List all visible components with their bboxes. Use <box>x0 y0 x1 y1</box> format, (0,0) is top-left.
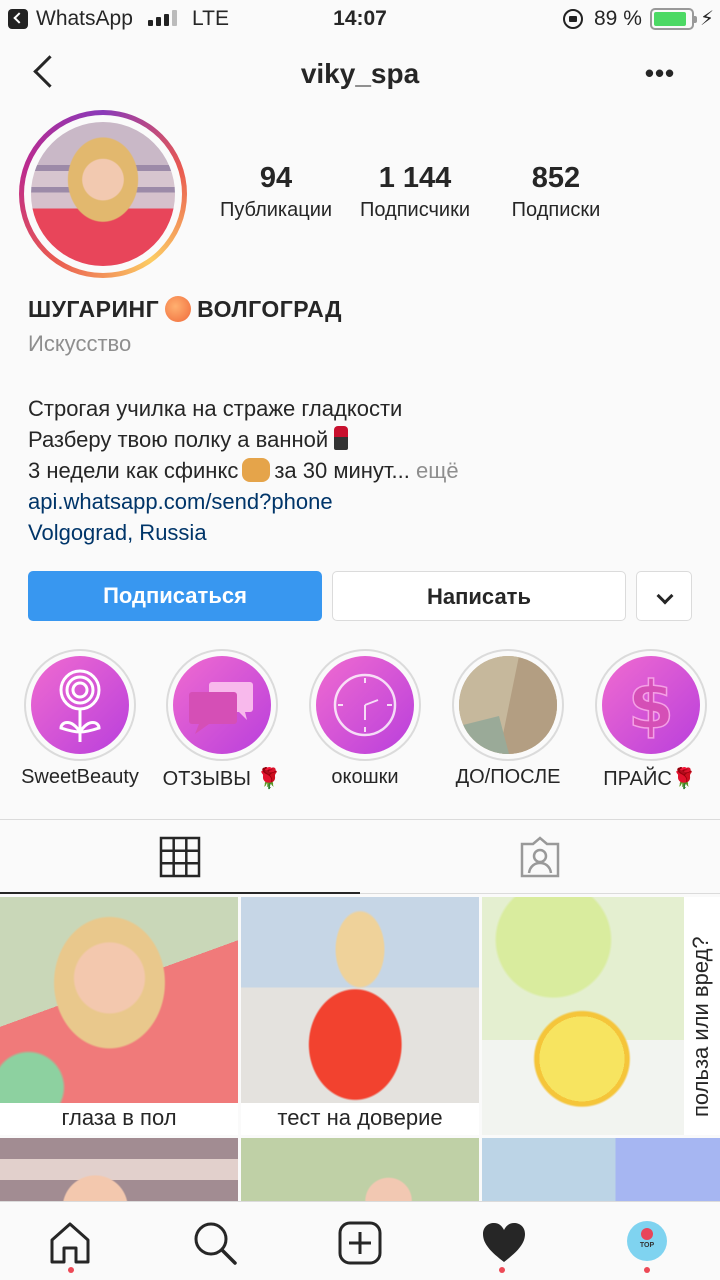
bio-line-2: Разберу твою полку а ванной <box>28 424 459 455</box>
avatar[interactable] <box>31 122 175 266</box>
bottom-nav <box>0 1201 720 1280</box>
notification-dot <box>644 1267 650 1273</box>
bio-line-2-text: Разберу твою полку а ванной <box>28 427 329 452</box>
more-dots-icon: ••• <box>644 58 676 88</box>
add-post-icon <box>338 1221 382 1265</box>
highlight-label: ОТЗЫВЫ 🌹 <box>162 768 282 790</box>
highlight-reviews[interactable] <box>166 649 278 761</box>
highlight-sweetbeauty[interactable] <box>24 649 136 761</box>
post-caption: глаза в пол <box>0 1103 238 1135</box>
name-part-1: ШУГАРИНГ <box>28 296 160 322</box>
post-tile[interactable]: польза или вред? <box>482 897 720 1135</box>
story-ring[interactable] <box>19 110 187 278</box>
post-caption: тест на доверие <box>241 1103 479 1135</box>
bio-line-3-text: 3 недели как сфинкс <box>28 458 239 483</box>
post-tile[interactable] <box>482 1138 720 1208</box>
highlight-before-after[interactable] <box>452 649 564 761</box>
nav-home[interactable] <box>45 1218 95 1268</box>
highlight-label: окошки <box>331 766 399 788</box>
highlight-label: SweetBeauty <box>21 766 139 788</box>
nav-profile-avatar[interactable]: TOP <box>627 1221 667 1261</box>
grid-icon <box>159 836 201 878</box>
following-count: 852 <box>531 162 581 194</box>
highlight-label: ПРАЙС🌹 <box>603 768 697 790</box>
lollipop-flower-icon <box>59 669 101 742</box>
notification-dot <box>68 1267 74 1273</box>
tagged-person-icon <box>520 836 560 878</box>
avatar-top-text: TOP <box>639 1242 655 1249</box>
svg-text:$: $ <box>628 667 674 744</box>
profile-username: viky_spa <box>300 58 420 89</box>
heart-icon <box>483 1223 525 1262</box>
search-icon <box>194 1222 237 1265</box>
status-bar: WhatsApp LTE 14:07 89 % ⚡︎ <box>0 0 720 40</box>
posts-label: Публикации <box>219 199 333 221</box>
nav-search[interactable] <box>190 1218 240 1268</box>
message-button[interactable]: Написать <box>332 571 626 621</box>
highlight-prices[interactable]: $ <box>595 649 707 761</box>
lipstick-emoji-icon <box>334 426 349 450</box>
chat-bubbles-icon <box>189 682 253 734</box>
stat-posts: 94 Публикации <box>212 162 340 222</box>
following-label: Подписки <box>511 199 601 221</box>
profile-category: Искусство <box>28 331 132 356</box>
post-tile[interactable]: тест на доверие <box>241 897 479 1135</box>
tab-tagged[interactable] <box>360 820 720 894</box>
dollar-icon: $ <box>627 666 674 745</box>
followers-count: 1 144 <box>378 162 452 194</box>
tab-grid[interactable] <box>0 820 360 894</box>
suggestions-dropdown-button[interactable] <box>636 571 692 621</box>
clock-icon <box>333 673 397 737</box>
profile-display-name: ШУГАРИНГ ВОЛГОГРАД <box>28 296 342 323</box>
rotation-lock-icon <box>563 9 583 29</box>
post-tile[interactable] <box>0 1138 238 1208</box>
post-caption: польза или вред? <box>688 936 713 1117</box>
notification-dot <box>499 1267 505 1273</box>
charging-icon: ⚡︎ <box>700 8 715 30</box>
posts-count: 94 <box>259 162 293 194</box>
bio-line-3-end: за 30 минут... <box>274 458 410 483</box>
stat-followers[interactable]: 1 144 Подписчики <box>351 162 479 222</box>
peach-emoji-icon <box>165 296 192 322</box>
bio-location-link[interactable]: Volgograd, Russia <box>28 517 459 548</box>
battery-percent: 89 % <box>594 7 642 30</box>
nav-activity[interactable] <box>479 1218 529 1268</box>
highlight-slots[interactable] <box>309 649 421 761</box>
cat-emoji-icon <box>242 458 271 482</box>
nav-new-post[interactable] <box>335 1218 385 1268</box>
stat-following[interactable]: 852 Подписки <box>492 162 620 222</box>
name-part-2: ВОЛГОГРАД <box>197 296 342 322</box>
battery-icon <box>650 8 697 30</box>
profile-bio: Строгая училка на страже гладкости Разбе… <box>28 393 459 548</box>
bio-website-link[interactable]: api.whatsapp.com/send?phone <box>28 486 459 517</box>
bio-more-link[interactable]: ещё <box>416 458 459 483</box>
home-icon <box>50 1222 90 1264</box>
post-tile[interactable] <box>241 1138 479 1208</box>
bio-line-1: Строгая училка на страже гладкости <box>28 396 403 421</box>
highlight-label: ДО/ПОСЛЕ <box>455 766 561 788</box>
follow-button[interactable]: Подписаться <box>28 571 322 621</box>
battery-fill <box>654 12 687 26</box>
post-tile[interactable]: глаза в пол <box>0 897 238 1135</box>
followers-label: Подписчики <box>359 199 471 221</box>
before-after-photo <box>459 656 557 754</box>
bio-line-3: 3 недели как сфинкс за 30 минут... ещё <box>28 455 459 486</box>
more-options-button[interactable]: ••• <box>640 58 680 88</box>
